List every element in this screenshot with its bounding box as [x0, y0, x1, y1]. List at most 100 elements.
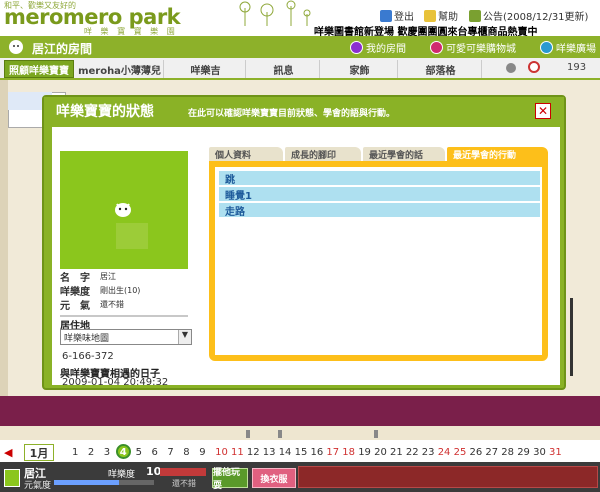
day-14[interactable]: 14 [279, 447, 292, 458]
main-nav: 照顧咩樂寶寶 meroha小薄薄兒 咩樂吉 訊息 家飾 部落格 193 [0, 58, 600, 80]
dialog-header: 咩樂寶寶的狀態 在此可以確認咩樂寶寶目前狀態、學會的語與行動。 ✕ [44, 97, 564, 125]
day-19[interactable]: 19 [358, 447, 371, 458]
tab-care-pet[interactable]: 照顧咩樂寶寶 [4, 60, 74, 78]
day-22[interactable]: 22 [406, 447, 419, 458]
dialog-description: 在此可以確認咩樂寶寶目前狀態、學會的語與行動。 [188, 109, 396, 119]
day-4[interactable]: 4 [120, 447, 127, 458]
day-20[interactable]: 20 [374, 447, 387, 458]
tab-messages[interactable]: 訊息 [248, 60, 320, 78]
day-1[interactable]: 1 [72, 447, 78, 458]
energy-bar-fill [54, 480, 119, 485]
energy-bar [54, 480, 154, 485]
day-17[interactable]: 17 [326, 447, 339, 458]
level-label: 咩樂度 [108, 470, 136, 480]
prev-month-arrow-icon[interactable]: ◀ [4, 446, 12, 459]
tab-personal-info[interactable]: 個人資料 [209, 147, 283, 161]
day-10[interactable]: 10 [215, 447, 228, 458]
day-30[interactable]: 30 [533, 447, 546, 458]
plaza-link[interactable]: 咩樂廣場 [540, 40, 596, 55]
pet-shadow [116, 223, 148, 249]
day-15[interactable]: 15 [295, 447, 308, 458]
pet-profile-table: 名 字 居江 咩樂度 剛出生(10) 元 氣 還不錯 [60, 269, 188, 312]
announcement-icon [469, 9, 481, 22]
tab-furniture[interactable]: 家飾 [322, 60, 398, 78]
day-18[interactable]: 18 [342, 447, 355, 458]
currency-count: 193 [567, 62, 587, 73]
my-room-link[interactable]: 我的房間 [350, 40, 406, 55]
day-3[interactable]: 3 [104, 447, 110, 458]
tab-recent-actions[interactable]: 最近學會的行動 [447, 147, 548, 161]
room-peg [278, 430, 282, 438]
day-9[interactable]: 9 [199, 447, 205, 458]
day-6[interactable]: 6 [152, 447, 158, 458]
help-link[interactable]: 幫助 [424, 8, 458, 23]
energy-status: 還不錯 [172, 479, 196, 488]
room-baseboard [0, 426, 600, 440]
shopping-icon [430, 41, 443, 54]
day-11[interactable]: 11 [231, 447, 244, 458]
day-27[interactable]: 27 [485, 447, 498, 458]
pet-avatar-icon [9, 40, 23, 54]
month-button[interactable]: 1月 [24, 444, 54, 461]
actions-list: 跳 睡覺1 走路 [219, 171, 540, 219]
room-left-wall [0, 80, 8, 420]
room-bar: 居江的房間 我的房間 可愛可樂購物城 咩樂廣場 [0, 36, 600, 58]
day-2[interactable]: 2 [88, 447, 94, 458]
room-peg [246, 430, 250, 438]
list-item[interactable]: 跳 [219, 171, 540, 186]
day-23[interactable]: 23 [422, 447, 435, 458]
logout-link[interactable]: 登出 [380, 8, 414, 23]
day-31[interactable]: 31 [549, 447, 562, 458]
news-banner[interactable]: 咩樂圖書館新登場 歡慶團團圓來台專櫃商品熱賣中 [314, 23, 600, 36]
ornament-icon[interactable] [505, 61, 517, 73]
play-button[interactable]: 擺他玩耍 [212, 468, 248, 491]
tab-merokichi[interactable]: 咩樂吉 [166, 60, 246, 78]
status-avatar-icon [4, 469, 20, 487]
announcement-link[interactable]: 公告(2008/12/31更新) [469, 8, 588, 23]
site-header: 和平、歡樂又友好的 meromero park 咩 樂 寶 寶 樂 園 登出 幫… [0, 0, 600, 36]
room-title: 居江的房間 [32, 42, 93, 56]
dialog-title: 咩樂寶寶的狀態 [56, 104, 154, 120]
day-13[interactable]: 13 [263, 447, 276, 458]
room-peg [374, 430, 378, 438]
day-28[interactable]: 28 [501, 447, 514, 458]
day-24[interactable]: 24 [438, 447, 451, 458]
profile-row-energy: 元 氣 還不錯 [60, 299, 124, 312]
day-16[interactable]: 16 [311, 447, 324, 458]
energy-label: 元氣度 [24, 481, 52, 491]
shopping-link[interactable]: 可愛可樂購物城 [430, 40, 516, 55]
day-8[interactable]: 8 [183, 447, 189, 458]
level-bar [160, 468, 206, 476]
plaza-icon [540, 41, 553, 54]
close-button[interactable]: ✕ [535, 103, 551, 119]
tab-blog[interactable]: 部落格 [400, 60, 482, 78]
day-29[interactable]: 29 [517, 447, 530, 458]
help-icon [424, 9, 436, 22]
status-message-slot [298, 466, 598, 488]
currency-icon[interactable] [527, 61, 541, 73]
pet-portrait [60, 151, 188, 269]
tab-recent-words[interactable]: 最近學會的話 [363, 147, 445, 161]
change-clothes-button[interactable]: 換衣服 [252, 468, 296, 488]
profile-row-happiness: 咩樂度 剛出生(10) [60, 285, 141, 298]
day-26[interactable]: 26 [470, 447, 483, 458]
tab-meroha[interactable]: meroha小薄薄兒 [76, 60, 164, 78]
day-25[interactable]: 25 [454, 447, 467, 458]
day-21[interactable]: 21 [390, 447, 403, 458]
chevron-down-icon[interactable]: ▼ [178, 330, 191, 344]
list-item[interactable]: 睡覺1 [219, 187, 540, 202]
day-12[interactable]: 12 [247, 447, 260, 458]
meet-date: 2009-01-04 20:49:32 [62, 377, 169, 388]
day-5[interactable]: 5 [136, 447, 142, 458]
room-lamp-pole [570, 298, 573, 376]
list-item[interactable]: 走路 [219, 203, 540, 218]
location-code: 6-166-372 [62, 351, 114, 362]
nav-icons [505, 61, 541, 73]
tab-growth[interactable]: 成長的腳印 [285, 147, 361, 161]
dandelion-decoration-icon [239, 0, 311, 26]
day-7[interactable]: 7 [167, 447, 173, 458]
location-select[interactable]: 咩樂味地圖 ▼ [60, 329, 192, 345]
pet-status-dialog: 咩樂寶寶的狀態 在此可以確認咩樂寶寶目前狀態、學會的語與行動。 ✕ 名 字 居江… [42, 95, 566, 390]
dialog-body: 名 字 居江 咩樂度 剛出生(10) 元 氣 還不錯 居住地 咩樂味地圖 ▼ 6… [52, 127, 560, 388]
logout-icon [380, 9, 392, 22]
